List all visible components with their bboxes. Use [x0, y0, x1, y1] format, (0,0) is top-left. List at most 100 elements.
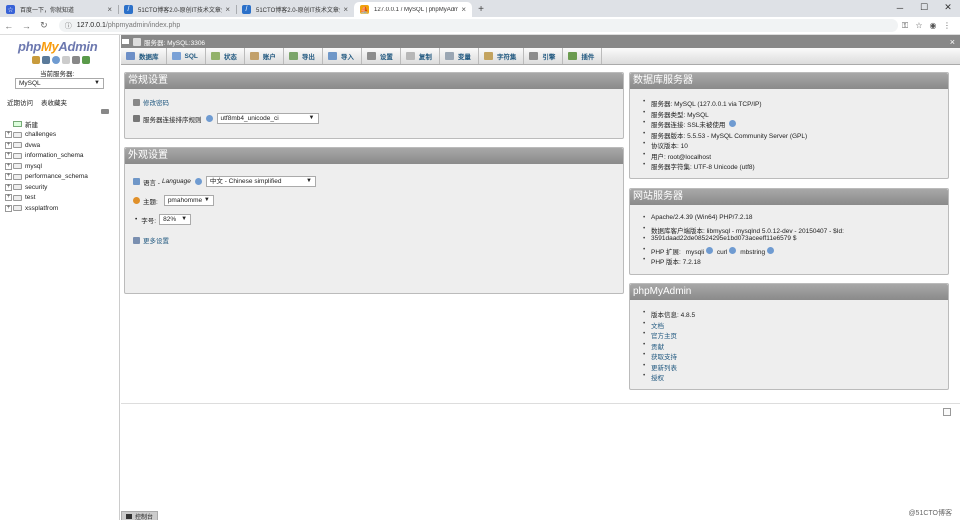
- change-password-link[interactable]: 修改密码: [143, 97, 169, 107]
- tab-accounts[interactable]: 账户: [245, 48, 284, 64]
- database-item[interactable]: + performance_schema: [5, 172, 88, 183]
- browser-tab-phpmyadmin[interactable]: ⛵ 127.0.0.1 / MySQL | phpMyAdmin ×: [354, 2, 472, 17]
- database-item[interactable]: + mysql: [5, 161, 88, 172]
- recent-tab[interactable]: 近期访问: [7, 97, 33, 107]
- homepage-link[interactable]: 官方主页: [651, 333, 677, 340]
- browser-tab-51cto-1[interactable]: / 51CTO博客2.0-原创IT技术文章分享 ×: [118, 2, 236, 17]
- tab-replication[interactable]: 复制: [401, 48, 440, 64]
- close-window-icon[interactable]: ✕: [936, 0, 960, 15]
- sql-icon: [171, 52, 181, 60]
- tab-charsets[interactable]: 字符集: [479, 48, 525, 64]
- expand-icon[interactable]: +: [5, 141, 12, 149]
- menu-kebab-icon[interactable]: ⋮: [940, 21, 954, 31]
- database-item[interactable]: + security: [5, 182, 88, 193]
- fontsize-select[interactable]: 82% ▼: [159, 214, 192, 225]
- tab-sql[interactable]: SQL: [167, 48, 206, 64]
- tab-settings[interactable]: 设置: [362, 48, 401, 64]
- close-tab-icon[interactable]: ×: [461, 5, 466, 14]
- forward-icon[interactable]: →: [18, 21, 36, 31]
- help-icon[interactable]: [729, 246, 737, 254]
- link-item: 获取支持: [642, 351, 695, 362]
- expand-icon[interactable]: +: [5, 173, 12, 181]
- list-item: PHP 扩展: mysqli curl mbstring: [642, 246, 844, 257]
- tab-variables[interactable]: 变量: [440, 48, 479, 64]
- database-item[interactable]: + test: [5, 193, 88, 204]
- tab-label: 复制: [418, 54, 432, 61]
- new-database-item[interactable]: 新建: [5, 119, 88, 130]
- theme-select[interactable]: pmahomme ▼: [163, 195, 214, 206]
- back-icon[interactable]: ←: [0, 21, 18, 31]
- database-item[interactable]: + challenges: [5, 130, 88, 141]
- 51cto-favicon-icon: /: [242, 5, 251, 14]
- close-tab-icon[interactable]: ×: [107, 5, 112, 14]
- reload-nav-icon[interactable]: [82, 56, 90, 64]
- close-tab-icon[interactable]: ×: [225, 5, 230, 14]
- database-item[interactable]: + xssplatfrom: [5, 203, 88, 214]
- maximize-icon[interactable]: ☐: [912, 0, 936, 15]
- tab-export[interactable]: 导出: [284, 48, 323, 64]
- help-icon[interactable]: [729, 120, 737, 127]
- tab-title: 51CTO博客2.0-原创IT技术文章分享: [138, 8, 222, 14]
- server-icon: [133, 37, 141, 46]
- account-icon[interactable]: ◉: [926, 21, 940, 31]
- favorites-tab[interactable]: 表收藏夹: [41, 97, 67, 107]
- list-item: 协议版本: 10: [642, 140, 807, 151]
- server-breadcrumb[interactable]: 服务器: MySQL:3306: [144, 37, 205, 47]
- more-settings-link[interactable]: 更多设置: [143, 235, 169, 245]
- phpmyadmin-logo[interactable]: phpMyAdmin: [18, 39, 98, 54]
- bullet: •: [135, 216, 138, 223]
- support-link[interactable]: 获取支持: [651, 354, 677, 361]
- expand-icon[interactable]: +: [5, 152, 12, 160]
- docs-link[interactable]: 文档: [651, 323, 664, 330]
- expand-icon[interactable]: +: [5, 194, 12, 202]
- database-item[interactable]: + information_schema: [5, 151, 88, 162]
- nav-icon-row: [32, 56, 90, 64]
- databases-icon: [126, 52, 135, 60]
- browser-tab-51cto-2[interactable]: / 51CTO博客2.0-原创IT技术文章分享 ×: [236, 2, 354, 17]
- help-icon[interactable]: [205, 115, 213, 122]
- help-icon[interactable]: [706, 246, 714, 254]
- database-item[interactable]: + dvwa: [5, 140, 88, 151]
- language-select[interactable]: 中文 - Chinese simplified ▼: [205, 176, 316, 187]
- collation-select[interactable]: utf8mb4_unicode_ci ▼: [216, 113, 319, 124]
- server-select[interactable]: MySQL ▼: [15, 78, 104, 89]
- console-toggle[interactable]: 控制台: [121, 511, 159, 520]
- url-field[interactable]: ⓘ 127.0.0.1 /phpmyadmin/index.php: [58, 19, 898, 32]
- tab-databases[interactable]: 数据库: [121, 48, 167, 64]
- collapse-icon[interactable]: [122, 39, 129, 44]
- expand-icon[interactable]: +: [5, 131, 12, 139]
- changelog-link[interactable]: 更新列表: [651, 365, 677, 372]
- expand-icon[interactable]: +: [5, 204, 12, 212]
- settings-icon: [366, 52, 376, 60]
- home-icon[interactable]: [32, 56, 40, 64]
- tab-import[interactable]: 导入: [323, 48, 362, 64]
- contribute-link[interactable]: 贡献: [651, 344, 664, 351]
- reload-icon[interactable]: ↻: [35, 20, 53, 31]
- close-tab-icon[interactable]: ×: [343, 5, 348, 14]
- settings-gear-icon[interactable]: [72, 56, 80, 64]
- logout-icon[interactable]: [42, 56, 50, 64]
- database-name: xssplatfrom: [25, 204, 59, 212]
- collapse-all-icon[interactable]: [101, 109, 109, 114]
- new-tab-button[interactable]: +: [472, 2, 490, 17]
- tab-plugins[interactable]: 插件: [563, 48, 603, 64]
- tab-label: SQL: [184, 52, 198, 60]
- print-icon[interactable]: [943, 408, 951, 416]
- help-icon[interactable]: [194, 178, 202, 185]
- bookmark-star-icon[interactable]: ☆: [912, 21, 926, 31]
- docs-icon[interactable]: [62, 56, 70, 64]
- expand-icon[interactable]: +: [5, 162, 12, 170]
- license-link[interactable]: 授权: [651, 375, 664, 382]
- logo-admin: Admin: [58, 39, 98, 54]
- help-icon[interactable]: [52, 56, 60, 64]
- close-icon[interactable]: ×: [950, 37, 955, 47]
- link-item: 更新列表: [642, 362, 695, 373]
- browser-tab-baidu[interactable]: ☆ 百度一下，你就知道 ×: [0, 2, 118, 17]
- minimize-icon[interactable]: ─: [888, 0, 912, 15]
- key-icon[interactable]: ⚿: [898, 21, 912, 31]
- info-icon[interactable]: ⓘ: [65, 21, 72, 31]
- tab-engines[interactable]: 引擎: [524, 48, 564, 64]
- expand-icon[interactable]: +: [5, 183, 12, 191]
- tab-status[interactable]: 状态: [206, 48, 245, 64]
- help-icon[interactable]: [767, 246, 775, 254]
